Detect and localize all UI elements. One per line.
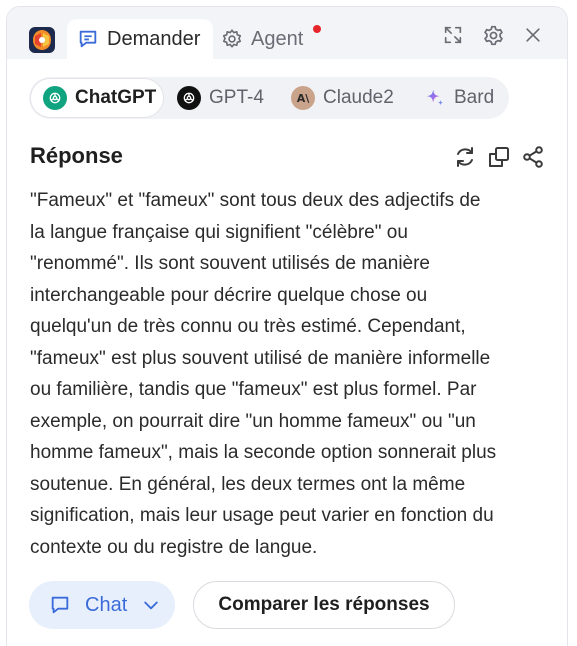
refresh-icon[interactable] xyxy=(453,145,477,169)
close-icon xyxy=(526,28,540,42)
expand-icon xyxy=(444,26,462,44)
model-label: GPT-4 xyxy=(209,87,264,108)
tab-demander-label: Demander xyxy=(107,27,201,50)
response-title: Réponse xyxy=(30,143,123,168)
share-icon[interactable] xyxy=(521,145,545,169)
tab-agent-label: Agent xyxy=(251,27,304,50)
model-label: ChatGPT xyxy=(75,87,157,108)
response-text: "Fameux" et "fameux" sont tous deux des … xyxy=(30,190,497,558)
settings-button[interactable] xyxy=(481,23,505,47)
model-label: Claude2 xyxy=(323,87,394,108)
compare-responses-button[interactable]: Comparer les réponses xyxy=(193,581,455,629)
gpt4-logo-icon xyxy=(177,86,201,110)
chatgpt-logo-icon xyxy=(43,86,67,110)
tab-demander[interactable]: Demander xyxy=(67,19,213,59)
close-button[interactable] xyxy=(521,23,545,47)
chat-dropdown-button[interactable]: Chat xyxy=(29,581,175,629)
chat-bubble-icon xyxy=(79,30,97,48)
model-gpt4[interactable]: GPT-4 xyxy=(177,77,264,119)
chevron-down-icon xyxy=(144,601,158,610)
gear-icon xyxy=(222,29,242,48)
notification-dot xyxy=(313,25,321,33)
model-chatgpt[interactable]: ChatGPT xyxy=(30,78,164,118)
copy-icon[interactable] xyxy=(487,145,511,169)
expand-button[interactable] xyxy=(441,23,465,47)
top-bar: Demander Agent xyxy=(7,7,567,59)
model-bard[interactable]: Bard xyxy=(424,77,494,119)
model-label: Bard xyxy=(454,87,495,108)
chat-bubble-icon xyxy=(51,596,69,614)
settings-icon xyxy=(483,25,503,45)
app-logo-icon xyxy=(29,27,55,53)
response-actions xyxy=(453,145,545,169)
window-controls xyxy=(441,23,545,47)
sidebar-panel: Demander Agent ChatGPT GPT-4 A\ Claude2 … xyxy=(6,6,568,646)
bard-sparkle-icon xyxy=(426,89,444,106)
tab-agent[interactable]: Agent xyxy=(221,19,303,59)
model-claude2[interactable]: A\ Claude2 xyxy=(291,77,394,119)
claude-logo-icon: A\ xyxy=(291,86,315,110)
model-selector: ChatGPT GPT-4 A\ Claude2 Bard xyxy=(29,77,509,119)
chat-button-label: Chat xyxy=(85,593,128,616)
